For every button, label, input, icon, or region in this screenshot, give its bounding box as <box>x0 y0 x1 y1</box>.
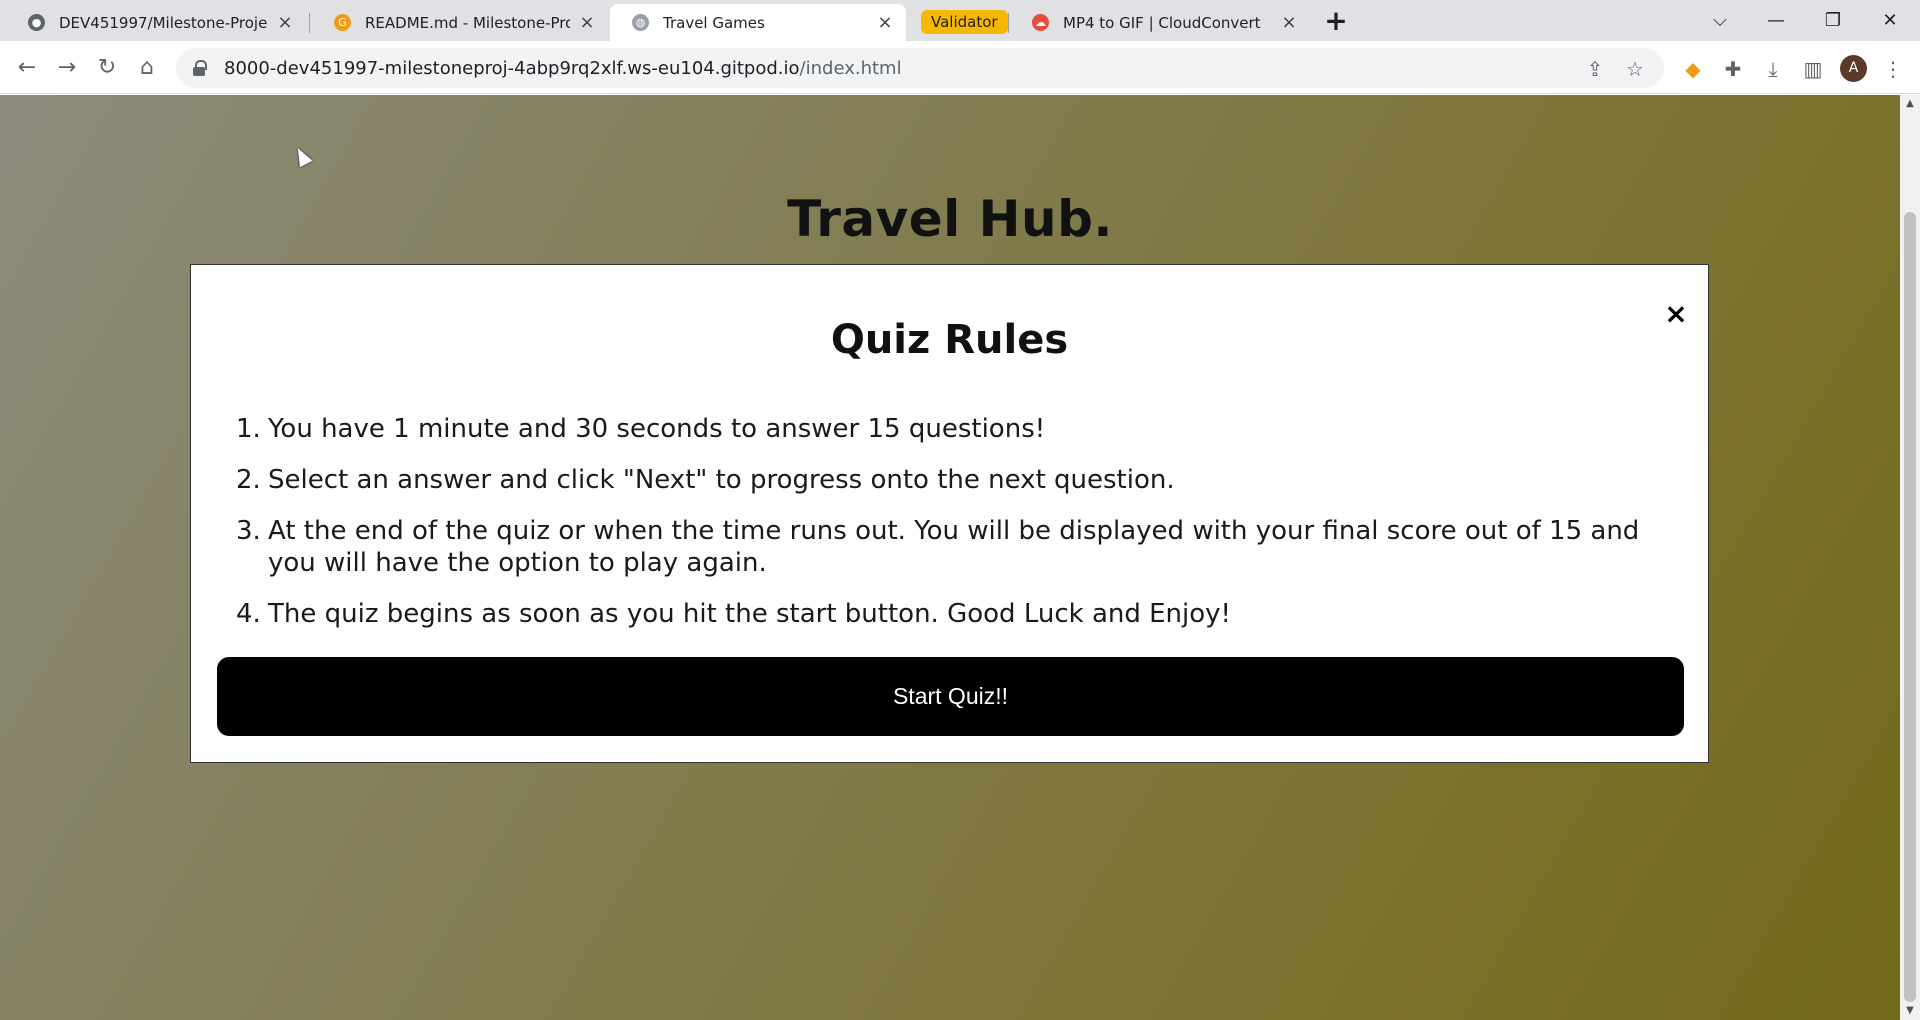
tab-separator <box>309 13 310 33</box>
extensions-puzzle-icon[interactable]: ✚ <box>1719 55 1747 83</box>
tab-cloudconvert[interactable]: ☁ MP4 to GIF | CloudConvert × <box>1010 4 1310 41</box>
tab-search-icon[interactable]: ⌵ <box>1700 6 1740 36</box>
browser-menu-icon[interactable]: ⋮ <box>1879 55 1907 83</box>
rule-item: 2. Select an answer and click "Next" to p… <box>236 464 1666 496</box>
scroll-down-arrow-icon[interactable]: ▼ <box>1900 1002 1920 1020</box>
rule-text: Select an answer and click "Next" to pro… <box>268 465 1175 495</box>
rule-number: 4. <box>236 599 261 629</box>
lock-icon[interactable] <box>192 60 207 76</box>
new-tab-button[interactable]: + <box>1320 7 1352 35</box>
tab-group-validator[interactable]: Validator <box>921 10 1008 34</box>
rule-text: At the end of the quiz or when the time … <box>268 516 1640 578</box>
rule-item: 3. At the end of the quiz or when the tim… <box>236 515 1666 579</box>
rule-number: 1. <box>236 414 261 444</box>
tab-strip: ● DEV451997/Milestone-Project-2 × G READ… <box>0 0 1920 41</box>
gitpod-icon: G <box>334 14 351 31</box>
quiz-rules-modal: × Quiz Rules 1. You have 1 minute and 30 … <box>190 264 1709 763</box>
gitpod-extension-icon[interactable]: ◆ <box>1679 55 1707 83</box>
close-tab-icon[interactable]: × <box>276 13 294 32</box>
tab-readme[interactable]: G README.md - Milestone-Project × <box>312 4 608 41</box>
rule-text: The quiz begins as soon as you hit the s… <box>268 599 1231 629</box>
restore-button[interactable]: ❐ <box>1813 6 1853 36</box>
minimize-button[interactable]: — <box>1756 6 1796 36</box>
tab-travel-games[interactable]: ◍ Travel Games × <box>610 4 906 41</box>
github-icon: ● <box>28 14 45 31</box>
start-quiz-button[interactable]: Start Quiz!! <box>217 657 1684 736</box>
page-scrollbar[interactable]: ▲ ▼ <box>1900 95 1920 1020</box>
close-tab-icon[interactable]: × <box>876 13 894 32</box>
url-host: 8000-dev451997-milestoneproj-4abp9rq2xlf… <box>224 57 800 79</box>
tab-separator <box>1008 13 1009 33</box>
browser-toolbar: ← → ↻ ⌂ 8000-dev451997-milestoneproj-4ab… <box>0 41 1920 94</box>
share-icon[interactable]: ⇪ <box>1582 56 1608 82</box>
site-title: Travel Hub. <box>787 190 1113 248</box>
back-icon[interactable]: ← <box>11 52 43 84</box>
address-bar[interactable]: 8000-dev451997-milestoneproj-4abp9rq2xlf… <box>176 48 1664 88</box>
rule-item: 4. The quiz begins as soon as you hit the… <box>236 598 1666 630</box>
rules-list: 1. You have 1 minute and 30 seconds to an… <box>236 413 1666 649</box>
globe-icon: ◍ <box>632 14 649 31</box>
mouse-cursor <box>291 144 313 168</box>
rule-item: 1. You have 1 minute and 30 seconds to an… <box>236 413 1666 445</box>
rule-text: You have 1 minute and 30 seconds to answ… <box>268 414 1046 444</box>
tab-title: Travel Games <box>663 13 765 32</box>
forward-icon[interactable]: → <box>51 52 83 84</box>
download-icon[interactable]: ⤓ <box>1759 55 1787 83</box>
tab-title: DEV451997/Milestone-Project-2 <box>59 13 268 32</box>
close-tab-icon[interactable]: × <box>578 13 596 32</box>
scrollbar-thumb[interactable] <box>1904 212 1916 1002</box>
bookmark-star-icon[interactable]: ☆ <box>1622 56 1648 82</box>
rule-number: 3. <box>236 516 261 546</box>
scroll-up-arrow-icon[interactable]: ▲ <box>1900 95 1920 113</box>
tab-github[interactable]: ● DEV451997/Milestone-Project-2 × <box>6 4 306 41</box>
modal-title: Quiz Rules <box>830 317 1069 363</box>
side-panel-icon[interactable]: ▥ <box>1799 55 1827 83</box>
page-viewport: Travel Hub. × Quiz Rules 1. You have 1 mi… <box>0 95 1900 1020</box>
close-window-button[interactable]: ✕ <box>1870 6 1910 36</box>
close-tab-icon[interactable]: × <box>1280 13 1298 32</box>
home-icon[interactable]: ⌂ <box>131 52 163 84</box>
reload-icon[interactable]: ↻ <box>91 52 123 84</box>
profile-avatar[interactable]: A <box>1840 55 1867 82</box>
tab-title: README.md - Milestone-Project <box>365 13 570 32</box>
cloudconvert-icon: ☁ <box>1032 14 1049 31</box>
url-path: /index.html <box>799 57 902 79</box>
tab-title: MP4 to GIF | CloudConvert <box>1063 13 1261 32</box>
rule-number: 2. <box>236 465 261 495</box>
